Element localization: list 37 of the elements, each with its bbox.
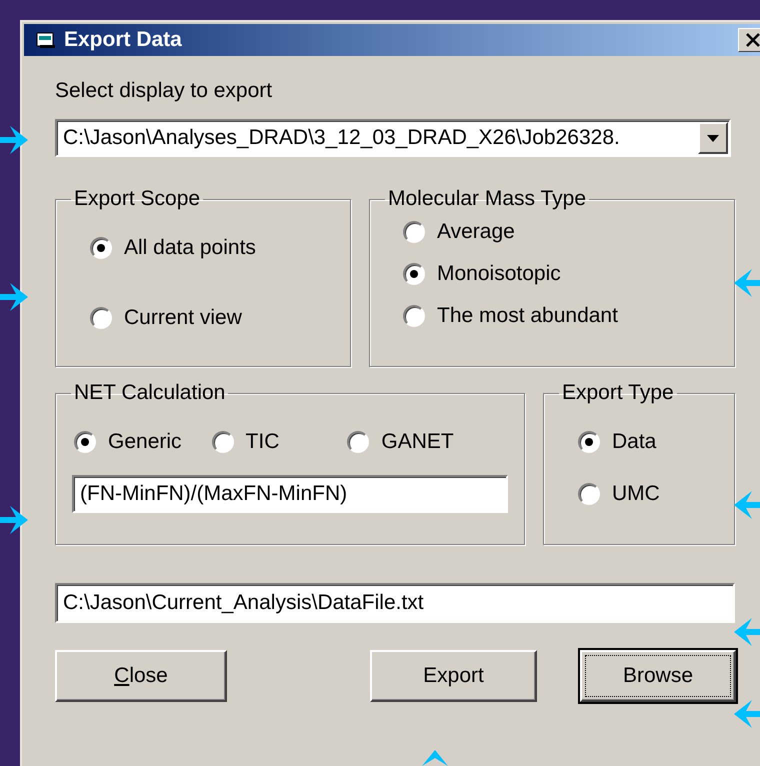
close-icon	[745, 33, 760, 47]
window-icon	[36, 31, 56, 49]
radio-button[interactable]	[578, 483, 600, 505]
radio-button[interactable]	[90, 307, 112, 329]
radio-label[interactable]: GANET	[381, 430, 454, 454]
file-path-field[interactable]: C:\Jason\Current_Analysis\DataFile.txt	[55, 583, 735, 623]
group-title: Export Scope	[73, 187, 202, 211]
radio-label[interactable]: Monoisotopic	[437, 262, 561, 286]
display-dropdown[interactable]: C:\Jason\Analyses_DRAD\3_12_03_DRAD_X26\Job26328.	[55, 119, 731, 157]
radio-button[interactable]	[212, 431, 234, 453]
group-title: NET Calculation	[73, 381, 226, 405]
radio-label[interactable]: Generic	[108, 430, 182, 454]
window-title: Export Data	[64, 28, 182, 52]
caret-icon	[707, 134, 719, 142]
radio-button[interactable]	[90, 237, 112, 259]
radio-button[interactable]	[403, 263, 425, 285]
radio-label[interactable]: Average	[437, 220, 515, 244]
close-button[interactable]	[738, 28, 760, 52]
dialog-button[interactable]: Export	[370, 650, 537, 702]
group-title: Export Type	[561, 381, 675, 405]
radio-button[interactable]	[347, 431, 370, 453]
radio-label[interactable]: Data	[612, 430, 656, 454]
radio-button[interactable]	[74, 431, 96, 453]
dialog-button[interactable]: Browse	[580, 650, 736, 702]
radio-label[interactable]: Current view	[124, 306, 242, 330]
radio-button[interactable]	[403, 305, 425, 327]
radio-label[interactable]: All data points	[124, 236, 256, 260]
formula-field[interactable]: (FN-MinFN)/(MaxFN-MinFN)	[72, 475, 508, 513]
group-title: Molecular Mass Type	[387, 187, 588, 211]
dialog-button[interactable]: Close	[55, 650, 227, 702]
display-label: Select display to export	[55, 78, 274, 104]
radio-label[interactable]: TIC	[246, 430, 280, 454]
radio-button[interactable]	[403, 221, 425, 243]
radio-label[interactable]: UMC	[612, 482, 660, 506]
dropdown-button[interactable]	[698, 122, 728, 154]
radio-button[interactable]	[578, 431, 600, 453]
radio-label[interactable]: The most abundant	[437, 304, 618, 328]
